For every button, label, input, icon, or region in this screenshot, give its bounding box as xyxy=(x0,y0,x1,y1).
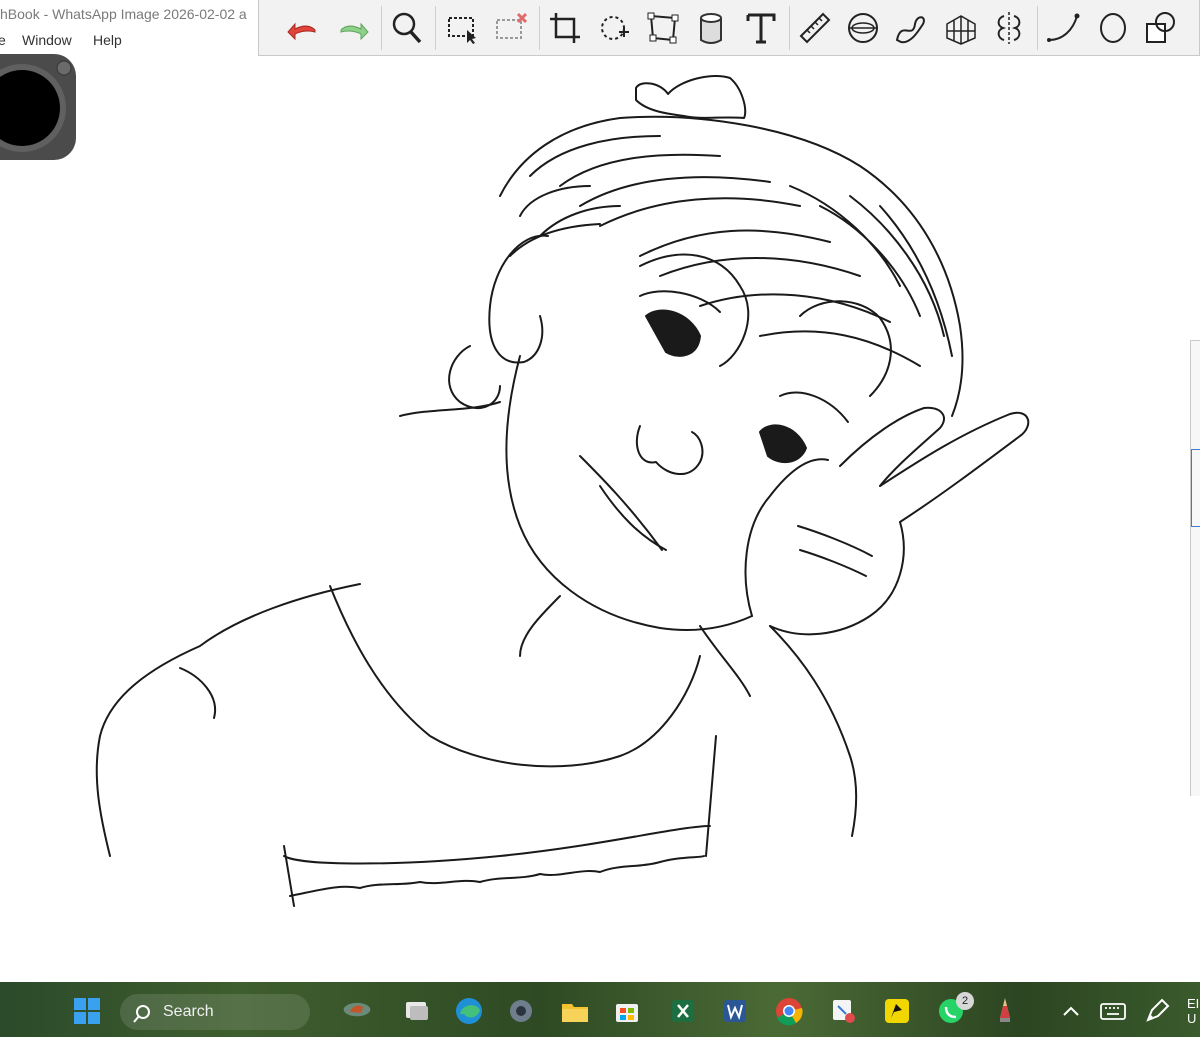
whatsapp-badge: 2 xyxy=(956,992,974,1010)
menu-bar: e Window Help xyxy=(0,28,258,52)
excel-icon[interactable] xyxy=(666,994,700,1028)
sketch-pencil-icon[interactable] xyxy=(988,994,1022,1028)
ruler-icon[interactable] xyxy=(795,8,835,48)
show-hidden-icons[interactable] xyxy=(1054,994,1088,1028)
pen-icon[interactable] xyxy=(1140,994,1174,1028)
undo-icon[interactable] xyxy=(283,8,323,48)
zoom-icon[interactable] xyxy=(387,8,427,48)
windows-start-icon[interactable] xyxy=(70,994,104,1028)
side-panel-tab[interactable] xyxy=(1191,449,1200,527)
perspective-icon[interactable] xyxy=(941,8,981,48)
news-widget-icon[interactable] xyxy=(330,992,384,1026)
selection-icon[interactable] xyxy=(443,8,483,48)
chrome-icon[interactable] xyxy=(772,994,806,1028)
symmetry-icon[interactable] xyxy=(989,8,1029,48)
distort-icon[interactable] xyxy=(643,8,683,48)
redo-icon[interactable] xyxy=(333,8,373,48)
search-label: Search xyxy=(163,1003,214,1020)
clear-selection-icon[interactable] xyxy=(491,8,531,48)
french-curve-icon[interactable] xyxy=(891,8,931,48)
search-icon xyxy=(132,1002,152,1023)
line-art-drawing xyxy=(95,74,1030,907)
menu-item-file[interactable]: e xyxy=(0,28,6,52)
shapes-icon[interactable] xyxy=(1141,8,1181,48)
settings-icon[interactable] xyxy=(504,994,538,1028)
app-yellow-icon[interactable] xyxy=(880,994,914,1028)
ellipse-icon[interactable] xyxy=(1093,8,1133,48)
crop-icon[interactable] xyxy=(545,8,585,48)
microsoft-store-icon[interactable] xyxy=(610,994,644,1028)
file-explorer-icon[interactable] xyxy=(558,994,592,1028)
keyboard-icon[interactable] xyxy=(1096,994,1130,1028)
transform-icon[interactable] xyxy=(595,8,635,48)
curve-icon[interactable] xyxy=(1043,8,1083,48)
ellipse-guide-icon[interactable] xyxy=(843,8,883,48)
drawing-canvas[interactable] xyxy=(0,56,1200,982)
task-view-icon[interactable] xyxy=(400,994,434,1028)
toolbar xyxy=(258,0,1200,56)
snipping-tool-icon[interactable] xyxy=(826,994,860,1028)
word-icon[interactable] xyxy=(718,994,752,1028)
menu-item-window[interactable]: Window xyxy=(22,28,72,52)
taskbar-search[interactable]: Search xyxy=(120,994,310,1030)
tray-language-text[interactable]: EI U xyxy=(1187,996,1199,1026)
edge-icon[interactable] xyxy=(452,994,486,1028)
menu-item-help[interactable]: Help xyxy=(93,28,122,52)
side-panel-edge[interactable] xyxy=(1190,340,1200,796)
fill-icon[interactable] xyxy=(691,8,731,48)
window-title: hBook - WhatsApp Image 2026-02-02 a xyxy=(0,6,247,22)
text-icon[interactable] xyxy=(741,8,781,48)
